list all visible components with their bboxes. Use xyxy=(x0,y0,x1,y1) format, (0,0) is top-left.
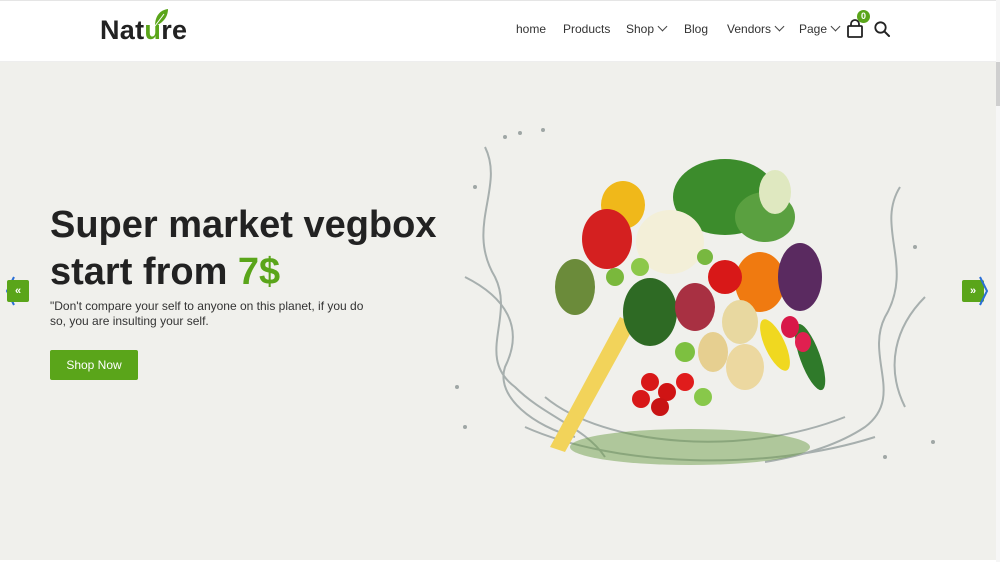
hero-title-line2-text: start from xyxy=(50,251,238,293)
hero-price: 7$ xyxy=(237,251,281,293)
nav-shop-label: Shop xyxy=(626,22,655,36)
brand-logo[interactable]: Nature xyxy=(100,15,187,46)
search-icon[interactable] xyxy=(873,20,891,38)
chevron-right-icon xyxy=(979,276,989,306)
site-header: Nature home Products Shop Blog Vendors P… xyxy=(0,0,1000,62)
nav-home-label: home xyxy=(516,22,547,36)
nav-shop[interactable]: Shop xyxy=(626,21,668,36)
hero-title-line2: start from 7$ xyxy=(50,249,450,296)
slider-prev-button[interactable]: « xyxy=(7,280,29,302)
cart-count-badge: 0 xyxy=(857,10,870,23)
vegetable-splash-image xyxy=(455,128,935,465)
chevron-down-icon xyxy=(657,21,668,32)
nav-products[interactable]: Products xyxy=(563,22,610,36)
brand-text-start: Nat xyxy=(100,15,145,45)
hero-title: Super market vegbox start from 7$ xyxy=(50,202,450,296)
nav-products-label: Products xyxy=(563,22,611,36)
nav-page[interactable]: Page xyxy=(799,21,841,36)
nav-blog[interactable]: Blog xyxy=(684,22,708,36)
nav-vendors[interactable]: Vendors xyxy=(727,21,785,36)
chevron-down-icon xyxy=(774,21,785,32)
nav-page-label: Page xyxy=(799,22,828,36)
hero-slider: Super market vegbox start from 7$ "Don't… xyxy=(0,62,1000,560)
hero-title-line1: Super market vegbox xyxy=(50,204,437,246)
nav-vendors-label: Vendors xyxy=(727,22,772,36)
leaf-icon xyxy=(154,9,168,27)
chevron-down-icon xyxy=(830,21,841,32)
page-scrollbar-thumb[interactable] xyxy=(996,62,1000,106)
shop-now-button[interactable]: Shop Now xyxy=(50,350,138,380)
nav-home[interactable]: home xyxy=(516,22,546,36)
nav-blog-label: Blog xyxy=(684,22,709,36)
hero-quote: "Don't compare your self to anyone on th… xyxy=(50,299,364,328)
